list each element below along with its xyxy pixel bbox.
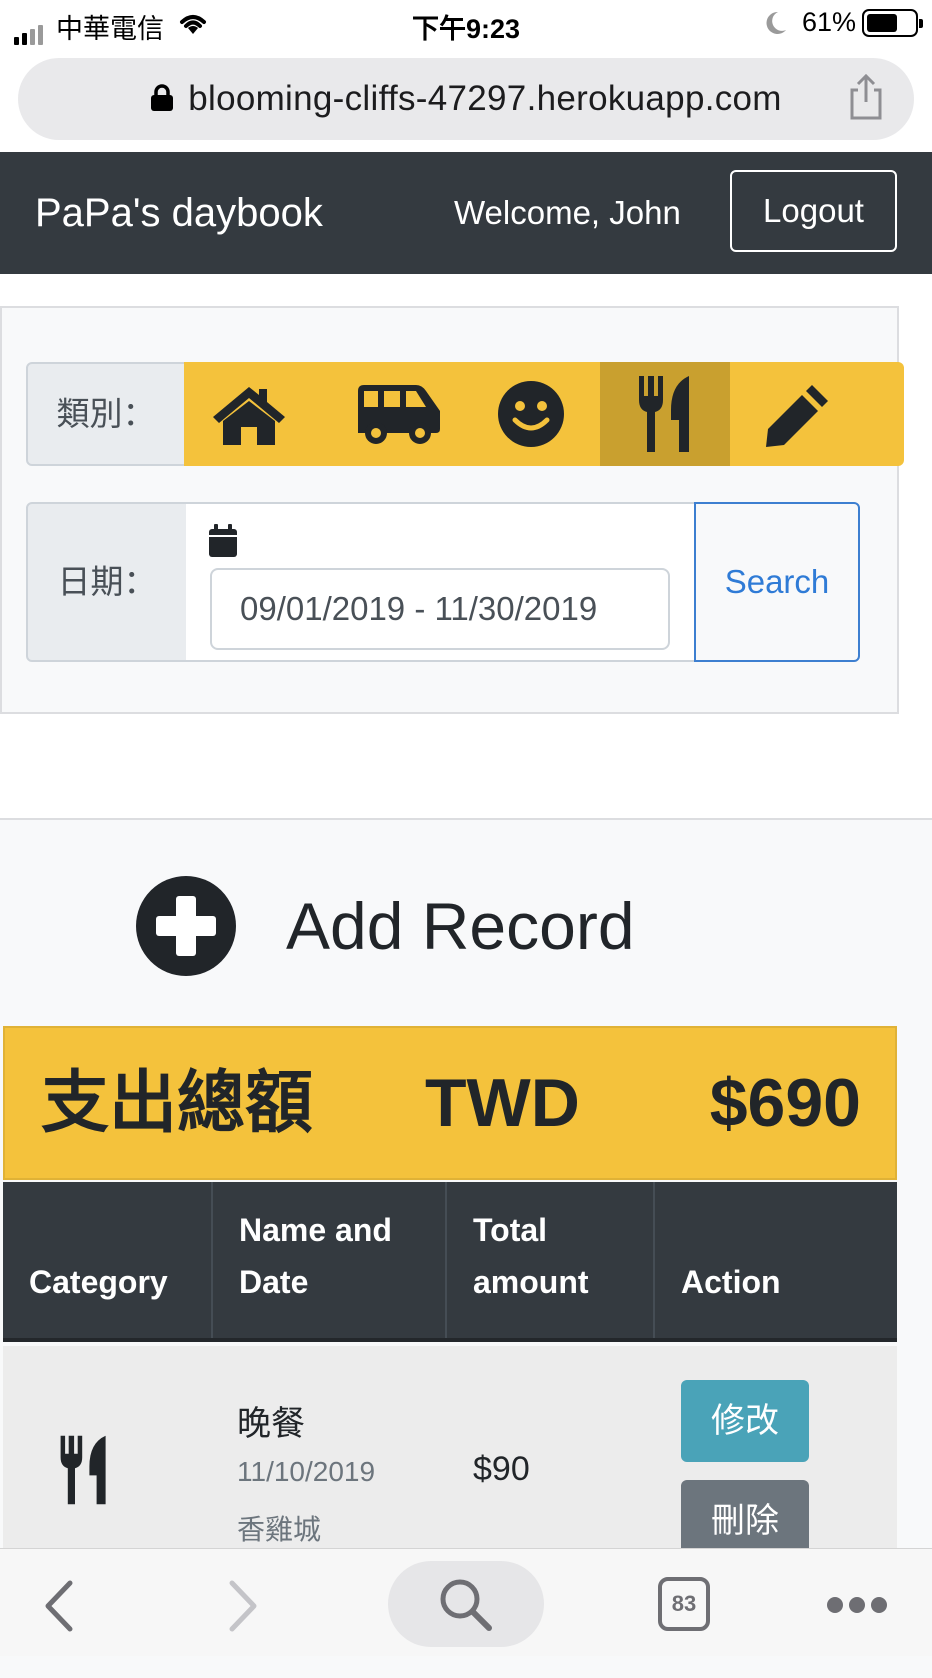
category-selector [184, 362, 904, 466]
home-icon [213, 387, 285, 445]
share-icon[interactable] [846, 72, 886, 122]
shuttle-van-icon [358, 385, 440, 444]
category-transport-button[interactable] [334, 362, 464, 466]
calendar-icon [209, 524, 237, 557]
navbar: PaPa's daybook Welcome, John Logout [0, 152, 932, 274]
category-other-button[interactable] [734, 362, 864, 466]
lock-icon [151, 84, 174, 111]
clock: 下午9:23 [411, 14, 521, 44]
tab-count-button[interactable]: 83 [658, 1577, 710, 1631]
date-range-group: 09/01/2019 - 11/30/2019 [186, 502, 696, 662]
table-header: Category Name and Date Total amount Action [3, 1182, 897, 1342]
browser-toolbar: 83 [0, 1548, 932, 1656]
plus-circle-icon [136, 876, 236, 976]
search-button[interactable]: Search [694, 502, 860, 662]
address-bar[interactable]: blooming-cliffs-47297.herokuapp.com [18, 58, 914, 140]
url-text: blooming-cliffs-47297.herokuapp.com [188, 79, 782, 118]
utensils-icon [639, 376, 689, 452]
record-name: 晚餐 [237, 1405, 305, 1443]
date-range-input[interactable]: 09/01/2019 - 11/30/2019 [210, 568, 670, 650]
category-food-button[interactable] [600, 362, 730, 466]
column-header-total-amount: Total amount [447, 1182, 655, 1338]
column-header-action: Action [681, 1264, 781, 1300]
more-icon[interactable] [826, 1595, 888, 1615]
search-tab-button[interactable] [388, 1561, 544, 1647]
logout-button[interactable]: Logout [730, 170, 897, 252]
forward-icon[interactable] [226, 1579, 262, 1633]
record-merchant: 香雞城 [237, 1514, 322, 1545]
total-amount: $690 [709, 1065, 861, 1141]
add-record-label: Add Record [286, 889, 635, 963]
total-currency: TWD [425, 1065, 580, 1141]
date-label: 日期： [26, 502, 188, 662]
back-icon[interactable] [40, 1579, 76, 1633]
category-entertainment-button[interactable] [466, 362, 596, 466]
smile-icon [498, 381, 564, 447]
utensils-icon [60, 1435, 106, 1505]
column-header-category: Category [3, 1182, 213, 1338]
battery-percent: 61% [802, 7, 857, 37]
filter-card: 類別： 日期： 09/01/2019 - 11/30/2019 Search [0, 306, 904, 714]
record-date: 11/10/2019 [237, 1456, 376, 1487]
status-bar: 中華電信 下午9:23 61% [0, 0, 932, 46]
category-home-button[interactable] [184, 362, 314, 466]
search-icon [440, 1579, 492, 1631]
battery-icon [862, 9, 923, 37]
category-label: 類別： [26, 362, 186, 466]
brand-link[interactable]: PaPa's daybook [35, 152, 323, 274]
add-record-button[interactable]: Add Record [136, 874, 696, 978]
welcome-text: Welcome, John [454, 194, 681, 231]
total-expense-bar: 支出總額 TWD $690 [3, 1026, 897, 1180]
edit-button[interactable]: 修改 [681, 1380, 809, 1462]
moon-icon [766, 11, 786, 34]
total-label: 支出總額 [41, 1065, 314, 1141]
column-header-name-date: Name and Date [213, 1182, 447, 1338]
record-amount: $90 [473, 1450, 530, 1488]
pencil-icon [766, 385, 828, 447]
